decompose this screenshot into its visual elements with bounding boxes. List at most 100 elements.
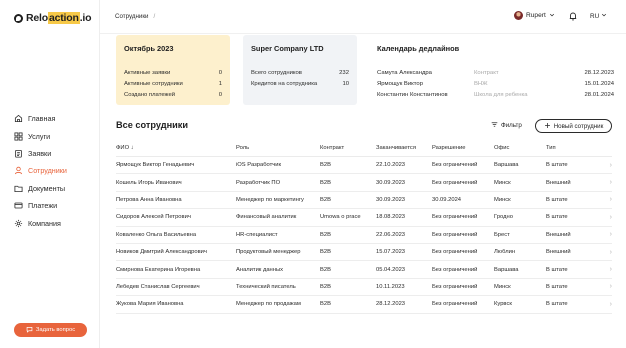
card-title: Октябрь 2023 xyxy=(124,44,174,53)
deadline-contract: Школа для ребенка xyxy=(474,91,528,98)
user-menu[interactable]: Rupert xyxy=(514,11,555,20)
cell-ends: 10.11.2023 xyxy=(376,283,405,290)
breadcrumb-separator: / xyxy=(153,13,156,20)
table-row[interactable]: Лебедев Станислав Сергеевич Технический п… xyxy=(116,279,612,297)
sidebar-item-services[interactable]: Услуги xyxy=(14,127,96,144)
cell-permission: Без ограничений xyxy=(432,283,478,290)
cell-contract: B2B xyxy=(320,231,331,238)
deadline-name: Константин Константинов xyxy=(377,91,448,98)
stat-row: Создано платежей 0 xyxy=(124,89,222,100)
stat-label: Активные заявки xyxy=(124,69,171,76)
column-header-role[interactable]: Роль xyxy=(236,145,320,151)
sidebar-item-payments[interactable]: Платежи xyxy=(14,197,96,214)
stat-row: Всего сотрудников 232 xyxy=(251,67,349,78)
stat-label: Активные сотрудники xyxy=(124,80,183,87)
chevron-right-icon[interactable]: › xyxy=(602,249,612,256)
card-icon xyxy=(14,201,23,210)
chevron-right-icon[interactable]: › xyxy=(602,162,612,169)
cell-ends: 28.12.2023 xyxy=(376,301,406,308)
language-value: RU xyxy=(590,12,600,20)
cell-role: Разработчик ПО xyxy=(236,179,281,186)
cell-type: Внешний xyxy=(546,249,571,256)
ask-question-button[interactable]: Задать вопрос xyxy=(14,323,87,337)
deadline-row[interactable]: Ярмощук Виктор ВНЖ 15.01.2024 xyxy=(377,78,614,89)
stat-label: Всего сотрудников xyxy=(251,69,302,76)
new-employee-button[interactable]: Новый сотрудник xyxy=(535,119,612,133)
filter-button[interactable]: Фильтр xyxy=(491,121,522,130)
table-row[interactable]: Коваленко Ольга Васильевна HR-специалист B… xyxy=(116,227,612,244)
sidebar-item-employees[interactable]: Сотрудники xyxy=(14,162,96,179)
table-row[interactable]: Ярмощук Виктор Генадьевич iOS Разработчик… xyxy=(116,157,612,175)
chevron-right-icon[interactable]: › xyxy=(602,283,612,290)
section-title: Все сотрудники xyxy=(116,120,189,130)
employees-table: ФИО ↓ Роль Контракт Заканчивается Разреш… xyxy=(116,140,612,314)
deadline-contract: ВНЖ xyxy=(474,80,488,87)
cell-contract: B2B xyxy=(320,196,331,203)
month-summary-card: Октябрь 2023 Активные заявки 0 Активные с… xyxy=(116,35,230,105)
chevron-right-icon[interactable]: › xyxy=(602,266,612,273)
cell-ends: 22.10.2023 xyxy=(376,162,406,169)
deadline-name: Самута Александра xyxy=(377,69,432,76)
sidebar-item-label: Компания xyxy=(28,218,61,228)
cell-ends: 30.09.2023 xyxy=(376,179,406,186)
cell-role: Менеджер по продажам xyxy=(236,301,301,308)
cell-type: В штате xyxy=(546,301,568,308)
cell-permission: Без ограничений xyxy=(432,179,478,186)
table-row[interactable]: Сидоров Алексей Петрович Финансовый анали… xyxy=(116,209,612,227)
cell-permission: Без ограничений xyxy=(432,266,478,273)
sidebar-item-company[interactable]: Компания xyxy=(14,214,96,231)
deadline-contract: Контракт xyxy=(474,69,499,76)
chat-icon xyxy=(26,326,33,335)
chevron-down-icon xyxy=(549,12,555,20)
column-header-type[interactable]: Тип xyxy=(546,145,602,151)
chevron-right-icon[interactable]: › xyxy=(602,231,612,238)
column-header-permission[interactable]: Разрешение xyxy=(432,145,494,151)
sidebar-item-requests[interactable]: Заявки xyxy=(14,145,96,162)
language-select[interactable]: RU xyxy=(590,12,607,20)
column-header-name[interactable]: ФИО ↓ xyxy=(116,145,236,151)
clipboard-icon xyxy=(14,149,23,158)
topbar: Сотрудники / Rupert RU xyxy=(100,0,626,34)
deadline-name: Ярмощук Виктор xyxy=(377,80,423,87)
table-row[interactable]: Кошель Игорь Иванович Разработчик ПО B2B 30… xyxy=(116,174,612,192)
table-row[interactable]: Новиков Дмитрий Александрович Продуктовый… xyxy=(116,244,612,262)
card-title: Календарь дедлайнов xyxy=(377,44,460,53)
column-header-ends[interactable]: Заканчивается xyxy=(376,145,432,151)
table-row[interactable]: Смирнова Екатерина Игоревна Аналитик данн… xyxy=(116,261,612,279)
sidebar-item-label: Главная xyxy=(28,114,56,124)
chevron-right-icon[interactable]: › xyxy=(602,179,612,186)
chevron-right-icon[interactable]: › xyxy=(602,196,612,203)
table-row[interactable]: Петрова Анна Ивановна Менеджер по маркети… xyxy=(116,192,612,210)
chevron-right-icon[interactable]: › xyxy=(602,214,612,221)
column-header-contract[interactable]: Контракт xyxy=(320,145,376,151)
cell-type: В штате xyxy=(546,283,568,290)
sidebar: Reloaction.io Главная Услуги Заявки Сотр… xyxy=(0,0,100,348)
deadline-date: 28.01.2024 xyxy=(584,91,614,98)
cell-name: Ярмощук Виктор Генадьевич xyxy=(116,162,195,169)
deadline-date: 28.12.2023 xyxy=(584,69,614,76)
stat-value: 1 xyxy=(218,80,222,87)
logo[interactable]: Reloaction.io xyxy=(14,12,92,24)
user-name: Rupert xyxy=(526,12,546,19)
cell-type: В штате xyxy=(546,214,568,221)
breadcrumb-item[interactable]: Сотрудники xyxy=(115,13,149,20)
cell-contract: B2B xyxy=(320,162,331,169)
cell-role: iOS Разработчик xyxy=(236,162,282,169)
sidebar-item-home[interactable]: Главная xyxy=(14,110,96,127)
bell-icon[interactable] xyxy=(568,11,578,21)
cell-role: Аналитик данных xyxy=(236,266,284,273)
sidebar-item-documents[interactable]: Документы xyxy=(14,180,96,197)
cell-name: Лебедев Станислав Сергеевич xyxy=(116,283,200,290)
cell-office: Минск xyxy=(494,283,511,290)
deadline-row[interactable]: Константин Константинов Школа для ребенка… xyxy=(377,89,614,100)
chevron-right-icon[interactable]: › xyxy=(602,301,612,308)
cell-role: Продуктовый менеджер xyxy=(236,249,301,256)
cell-office: Курвск xyxy=(494,301,512,308)
table-row[interactable]: Жукова Мария Ивановна Менеджер по продажа… xyxy=(116,296,612,314)
cell-type: В штате xyxy=(546,266,568,273)
stat-value: 0 xyxy=(218,69,222,76)
cell-contract: B2B xyxy=(320,266,331,273)
stat-row: Активные заявки 0 xyxy=(124,67,222,78)
column-header-office[interactable]: Офис xyxy=(494,145,546,151)
deadline-row[interactable]: Самута Александра Контракт 28.12.2023 xyxy=(377,67,614,78)
